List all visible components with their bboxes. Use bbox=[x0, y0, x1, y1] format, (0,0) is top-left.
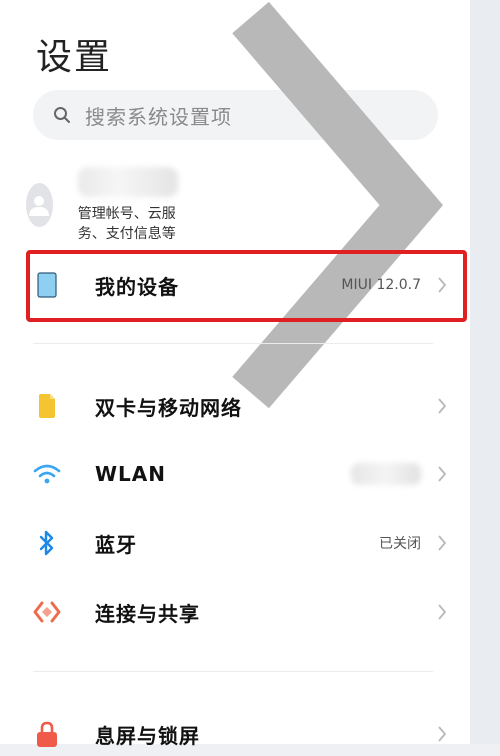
user-icon bbox=[29, 196, 50, 216]
avatar bbox=[26, 183, 53, 227]
chevron-right-icon bbox=[232, 1, 444, 409]
chevron-right-icon bbox=[438, 398, 447, 414]
settings-item-connection-sharing[interactable]: 连接与共享 bbox=[25, 590, 465, 634]
settings-item-label: 连接与共享 bbox=[95, 601, 200, 626]
share-icon bbox=[25, 592, 69, 632]
divider bbox=[33, 671, 433, 672]
highlight-box bbox=[26, 250, 467, 322]
account-subtitle: 管理帐号、云服务、支付信息等 bbox=[77, 206, 176, 242]
wlan-network-redacted bbox=[351, 463, 421, 485]
wifi-icon bbox=[25, 454, 69, 494]
account-row[interactable]: 管理帐号、云服务、支付信息等 bbox=[25, 1, 465, 409]
settings-item-label: 蓝牙 bbox=[95, 532, 137, 557]
settings-screen: 设置 搜索系统设置项 管理帐号、云服务、支付信息等 我的设备 MIUI 12.0… bbox=[0, 0, 470, 748]
chevron-right-icon bbox=[438, 604, 447, 620]
settings-item-label: WLAN bbox=[95, 462, 167, 486]
settings-item-bluetooth[interactable]: 蓝牙 已关闭 bbox=[25, 521, 465, 565]
chevron-right-icon bbox=[438, 535, 447, 551]
background-strip bbox=[470, 0, 500, 744]
settings-item-label: 双卡与移动网络 bbox=[95, 395, 242, 420]
settings-item-lock-screen[interactable]: 息屏与锁屏 bbox=[25, 712, 465, 756]
search-icon bbox=[54, 107, 70, 123]
chevron-right-icon bbox=[438, 466, 447, 482]
settings-item-label: 息屏与锁屏 bbox=[95, 723, 200, 748]
bluetooth-icon bbox=[25, 523, 69, 563]
sim-card-icon bbox=[25, 386, 69, 426]
chevron-right-icon bbox=[438, 726, 447, 742]
settings-item-dual-sim[interactable]: 双卡与移动网络 bbox=[25, 384, 465, 428]
page-title: 设置 bbox=[36, 37, 113, 78]
divider bbox=[33, 343, 433, 344]
account-name-redacted bbox=[77, 167, 178, 197]
settings-item-wlan[interactable]: WLAN bbox=[25, 452, 465, 496]
lock-icon bbox=[25, 714, 69, 754]
settings-item-value: 已关闭 bbox=[379, 536, 421, 552]
